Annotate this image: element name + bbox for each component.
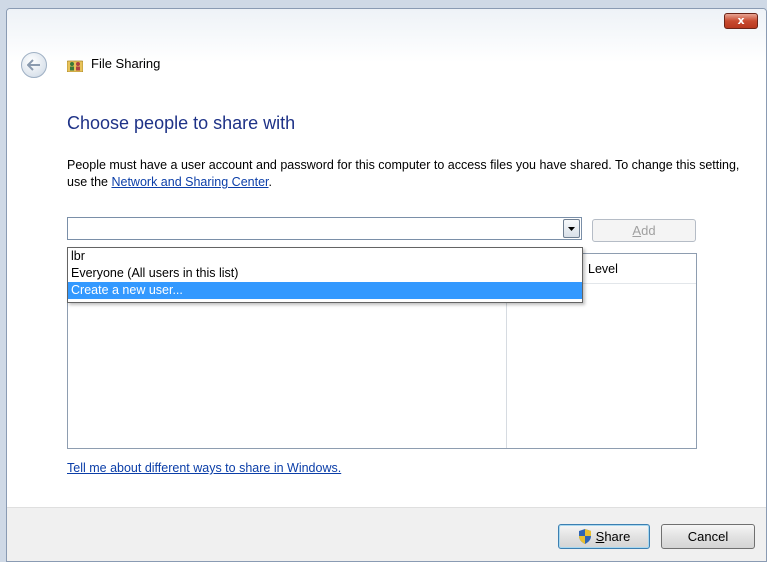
permission-level-header[interactable]: Level — [588, 262, 618, 276]
user-dropdown-list: lbr Everyone (All users in this list) Cr… — [67, 247, 583, 303]
network-sharing-center-link[interactable]: Network and Sharing Center — [111, 175, 268, 189]
description-after: . — [268, 175, 272, 189]
cancel-button[interactable]: Cancel — [661, 524, 755, 549]
close-icon: x — [737, 14, 745, 27]
window-title: File Sharing — [91, 56, 161, 71]
user-name-input[interactable] — [68, 218, 563, 239]
description-text: People must have a user account and pass… — [67, 157, 747, 191]
user-combobox[interactable] — [67, 217, 582, 240]
dropdown-option-lbr[interactable]: lbr — [68, 248, 582, 265]
page-heading: Choose people to share with — [67, 113, 296, 133]
users-folder-icon — [67, 60, 83, 72]
dropdown-option-everyone[interactable]: Everyone (All users in this list) — [68, 265, 582, 282]
close-button[interactable]: x — [724, 13, 758, 29]
dialog-footer: Share Cancel — [7, 507, 766, 561]
back-button[interactable] — [21, 52, 47, 78]
add-accelerator: A — [632, 223, 642, 238]
add-label: dd — [641, 223, 656, 238]
dropdown-option-create-user[interactable]: Create a new user... — [68, 282, 582, 299]
share-accelerator: S — [595, 529, 605, 544]
file-sharing-window: x File Sharing Choose people to share wi… — [6, 8, 767, 562]
combo-dropdown-button[interactable] — [563, 219, 580, 238]
chevron-down-icon — [568, 226, 575, 231]
title-bar: x File Sharing — [7, 9, 766, 98]
back-arrow-icon — [27, 59, 40, 71]
add-button[interactable]: Add — [592, 219, 696, 242]
sharing-help-link[interactable]: Tell me about different ways to share in… — [67, 461, 341, 475]
share-button[interactable]: Share — [558, 524, 650, 549]
uac-shield-icon — [578, 529, 591, 544]
share-label: hare — [604, 529, 631, 544]
